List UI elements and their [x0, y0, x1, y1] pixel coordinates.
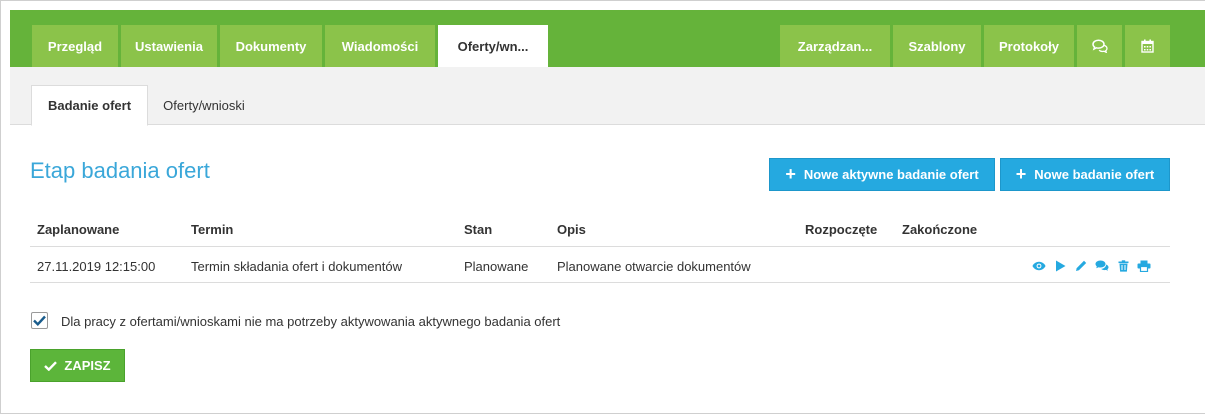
save-button-label: ZAPISZ [64, 358, 111, 373]
new-evaluation-label: Nowe badanie ofert [1034, 167, 1155, 182]
table-header-divider [30, 246, 1170, 247]
column-header-termin: Termin [191, 222, 234, 237]
cell-opis: Planowane otwarcie dokumentów [557, 259, 751, 274]
tab-dokumenty[interactable]: Dokumenty [220, 25, 322, 67]
pencil-icon[interactable] [1074, 259, 1088, 273]
subtab-oferty-wnioski-label: Oferty/wnioski [163, 98, 245, 113]
tab-oferty-label: Oferty/wn... [457, 38, 529, 54]
tab-wiadomosci-label: Wiadomości [341, 38, 419, 54]
check-icon [44, 360, 58, 371]
column-header-zakonczone: Zakończone [902, 222, 978, 237]
subtab-badanie-label: Badanie ofert [47, 98, 132, 113]
page-title: Etap badania ofert [30, 158, 210, 183]
cell-stan: Planowane [464, 259, 529, 274]
new-active-evaluation-label: Nowe aktywne badanie ofert [803, 167, 979, 182]
tab-comments[interactable] [1077, 25, 1122, 67]
tab-zarzadzanie[interactable]: Zarządzan... [780, 25, 890, 67]
calendar-icon [1141, 39, 1154, 53]
tab-zarzadzanie-label: Zarządzan... [797, 38, 873, 54]
checkmark-icon [33, 315, 46, 326]
plus-icon: + [785, 163, 796, 184]
new-evaluation-button[interactable]: + Nowe badanie ofert [1000, 158, 1170, 191]
subtab-badanie-ofert[interactable]: Badanie ofert [31, 85, 148, 126]
subtab-oferty-wnioski[interactable]: Oferty/wnioski [151, 85, 257, 126]
play-icon[interactable] [1053, 259, 1067, 273]
column-header-zaplanowane: Zaplanowane [37, 222, 120, 237]
print-icon[interactable] [1137, 259, 1151, 273]
tab-dokumenty-label: Dokumenty [235, 38, 307, 54]
column-header-stan: Stan [464, 222, 493, 237]
tab-calendar[interactable] [1125, 25, 1170, 67]
eye-icon[interactable] [1032, 259, 1046, 273]
tab-przeglad[interactable]: Przegląd [32, 25, 118, 67]
tab-szablony[interactable]: Szablony [893, 25, 981, 67]
cell-termin: Termin składania ofert i dokumentów [191, 259, 402, 274]
cell-zaplanowane: 27.11.2019 12:15:00 [37, 259, 156, 274]
sub-tabs-bar: Badanie ofert Oferty/wnioski [10, 67, 1205, 126]
tab-ustawienia-label: Ustawienia [135, 38, 203, 54]
main-nav-bar: Przegląd Ustawienia Dokumenty Wiadomości… [10, 10, 1205, 67]
tab-ustawienia[interactable]: Ustawienia [121, 25, 217, 67]
save-button[interactable]: ZAPISZ [30, 349, 125, 382]
tab-protokoly-label: Protokoły [999, 38, 1059, 54]
tab-protokoly[interactable]: Protokoły [984, 25, 1074, 67]
column-header-rozpoczete: Rozpoczęte [805, 222, 878, 237]
tab-oferty[interactable]: Oferty/wn... [438, 25, 548, 67]
table-row-divider [30, 282, 1170, 283]
tab-przeglad-label: Przegląd [47, 38, 103, 54]
no-activation-checkbox-label: Dla pracy z ofertami/wnioskami nie ma po… [61, 314, 561, 329]
comments-icon [1091, 39, 1108, 53]
plus-icon: + [1015, 163, 1027, 184]
no-activation-checkbox[interactable] [31, 312, 48, 329]
tab-szablony-label: Szablony [908, 38, 966, 54]
trash-icon[interactable] [1116, 259, 1130, 273]
column-header-opis: Opis [557, 222, 586, 237]
tab-wiadomosci[interactable]: Wiadomości [325, 25, 435, 67]
row-actions [1032, 257, 1151, 275]
new-active-evaluation-button[interactable]: + Nowe aktywne badanie ofert [769, 158, 995, 191]
comments-icon[interactable] [1095, 259, 1109, 273]
